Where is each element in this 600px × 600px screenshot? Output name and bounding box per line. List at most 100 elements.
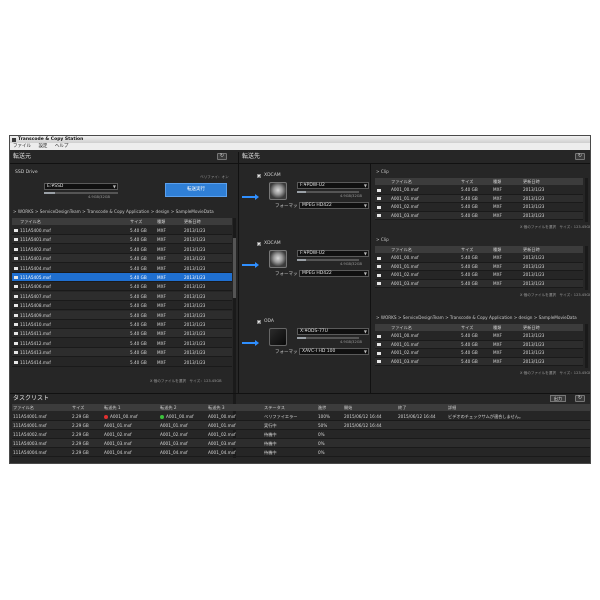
table-row[interactable]: 111A5412.mxf 5.40 GB MXF 2013/1/23 [12,339,232,348]
clip-scrollbar[interactable] [585,246,588,290]
table-cell: 5.40 GB [130,256,147,262]
table-row[interactable]: 111A54001.mxf 2.29 GB A001_01.mxf A001_01.m… [12,421,590,430]
menu-file[interactable]: ファイル [13,144,31,149]
format-value: MPEG HD422 [302,203,332,208]
table-row[interactable]: 111A5402.mxf 5.40 GB MXF 2013/1/23 [12,245,232,254]
source-refresh-icon[interactable]: ↻ [217,153,227,160]
table-row[interactable]: A001_01.mxf 5.40 GB MXF 2013/1/23 [375,194,583,203]
table-cell: 5.40 GB [130,228,147,233]
transfer-execute-button[interactable]: 転送実行 [165,183,227,197]
table-row[interactable]: 111A5410.mxf 5.40 GB MXF 2013/1/23 [12,320,232,329]
table-row[interactable]: 111A5411.mxf 5.40 GB MXF 2013/1/23 [12,329,232,339]
table-row[interactable]: 111A54002.mxf 2.29 GB A001_02.mxf A001_02.m… [12,430,590,439]
dest-refresh-icon[interactable]: ↻ [575,153,585,160]
table-cell: 111A54003.mxf [13,441,47,446]
target-checkbox[interactable]: ✓ [257,320,261,325]
column-header[interactable]: サイズ [461,246,473,253]
column-header[interactable]: 進捗 [318,404,326,411]
column-header[interactable]: サイズ [461,324,473,331]
column-header[interactable]: 転送先 2 [160,404,177,411]
target-checkbox[interactable]: ✓ [257,242,261,247]
table-row[interactable]: 111A5408.mxf 5.40 GB MXF 2013/1/23 [12,301,232,311]
target-drive-select[interactable]: F:¥PDW-U2 ▼ [297,250,369,257]
file-icon [14,247,18,251]
table-row[interactable]: A001_02.mxf 5.40 GB MXF 2013/1/23 [375,271,583,280]
table-row[interactable]: 111A5409.mxf 5.40 GB MXF 2013/1/23 [12,310,232,320]
source-drive-select[interactable]: E:¥SSD ▼ [44,183,118,190]
clip-scrollbar[interactable] [585,178,588,222]
column-header[interactable]: 種類 [493,246,501,253]
table-cell: 100% [318,414,330,419]
table-cell: 2.29 GB [72,432,89,437]
tasks-refresh-icon[interactable]: ↻ [575,395,585,402]
target-drive-select[interactable]: F:¥PDW-U2 ▼ [297,182,369,189]
column-header[interactable]: サイズ [461,178,473,185]
table-row[interactable]: 111A5405.mxf 5.40 GB MXF 2013/1/23 [12,273,232,282]
table-row[interactable]: A001_00.mxf 5.40 GB MXF 2013/1/23 [375,332,583,341]
table-row[interactable]: A001_03.mxf 5.40 GB MXF 2013/1/23 [375,357,583,366]
table-row[interactable]: A001_00.mxf 5.40 GB MXF 2013/1/23 [375,186,583,195]
table-row[interactable]: A001_03.mxf 5.40 GB MXF 2013/1/23 [375,279,583,288]
table-row[interactable]: A001_00.mxf 5.40 GB MXF 2013/1/23 [375,254,583,263]
column-header[interactable]: 種類 [157,218,165,225]
table-row[interactable]: A001_01.mxf 5.40 GB MXF 2013/1/23 [375,262,583,271]
column-header[interactable]: 終了 [398,404,406,411]
column-header[interactable]: サイズ [130,218,142,225]
table-row[interactable]: 111A5407.mxf 5.40 GB MXF 2013/1/23 [12,291,232,301]
table-row[interactable]: 111A5404.mxf 5.40 GB MXF 2013/1/23 [12,264,232,273]
table-row[interactable]: A001_01.mxf 5.40 GB MXF 2013/1/23 [375,340,583,349]
table-row[interactable]: 111A5414.mxf 5.40 GB MXF 2013/1/23 [12,358,232,367]
column-header[interactable]: 開始 [344,404,352,411]
table-row[interactable]: 111A5413.mxf 5.40 GB MXF 2013/1/23 [12,348,232,358]
output-button[interactable]: 出力 [550,395,566,402]
table-row[interactable]: A001_03.mxf 5.40 GB MXF 2013/1/23 [375,211,583,220]
menu-help[interactable]: ヘルプ [55,144,69,149]
column-header[interactable]: ファイル名 [13,404,34,411]
format-select[interactable]: MPEG HD422 ▼ [299,270,369,277]
source-capacity-text: 4.9GB/32GB [88,195,110,199]
clip-scrollbar[interactable] [585,324,588,368]
column-header[interactable]: 更新日時 [523,246,540,253]
column-header[interactable]: サイズ [72,404,84,411]
column-header[interactable]: 種類 [493,178,501,185]
format-select[interactable]: XAVC-I HD 100 ▼ [299,348,369,355]
table-row[interactable]: 111A5401.mxf 5.40 GB MXF 2013/1/23 [12,235,232,245]
table-cell: MXF [157,340,166,346]
column-header[interactable]: 詳細 [448,404,456,411]
target-drive-select[interactable]: X:¥ODS-77U ▼ [297,328,369,335]
column-header[interactable]: ステータス [264,404,285,411]
table-cell: A001_01.mxf [160,423,188,428]
column-header[interactable]: 転送先 1 [104,404,121,411]
column-header[interactable]: 転送先 3 [208,404,225,411]
table-cell: A001_02.mxf [160,432,188,437]
column-header[interactable]: 更新日時 [523,178,540,185]
column-header[interactable]: ファイル名 [391,324,412,331]
table-row[interactable]: A001_02.mxf 5.40 GB MXF 2013/1/23 [375,203,583,212]
file-icon [14,341,18,345]
clip-breadcrumb[interactable]: > Clip [376,169,590,174]
table-row[interactable]: A001_02.mxf 5.40 GB MXF 2013/1/23 [375,349,583,358]
column-header[interactable]: 種類 [493,324,501,331]
target-type-label: ODA [264,319,275,324]
format-select[interactable]: MPEG HD422 ▼ [299,202,369,209]
table-row[interactable]: 111A54004.mxf 2.29 GB A001_04.mxf A001_04.m… [12,448,590,457]
column-header[interactable]: 更新日時 [523,324,540,331]
column-header[interactable]: ファイル名 [391,178,412,185]
xdcam-drive-icon [269,250,287,268]
table-cell: 50% [318,423,328,428]
source-breadcrumb[interactable]: > WORKS > ServiceDesignTeam > Transcode … [13,209,235,214]
menu-settings[interactable]: 設定 [38,144,47,149]
table-row[interactable]: 111A5403.mxf 5.40 GB MXF 2013/1/23 [12,254,232,264]
target-checkbox[interactable]: ✓ [257,174,261,179]
file-icon [14,257,18,261]
table-row[interactable]: 111A54003.mxf 2.29 GB A001_03.mxf A001_03.m… [12,439,590,448]
clip-breadcrumb[interactable]: > Clip [376,237,590,242]
table-row[interactable]: 111A5400.mxf 5.40 GB MXF 2013/1/23 [12,226,232,235]
clip-breadcrumb[interactable]: > WORKS > ServiceDesignTeam > Transcode … [376,315,590,320]
ok-status-icon [160,415,164,419]
table-row[interactable]: 111A54001.mxf 2.29 GB A001_00.mxf A001_00.m… [12,412,590,421]
column-header[interactable]: 更新日時 [184,218,201,225]
column-header[interactable]: ファイル名 [20,218,41,225]
column-header[interactable]: ファイル名 [391,246,412,253]
table-row[interactable]: 111A5406.mxf 5.40 GB MXF 2013/1/23 [12,282,232,292]
